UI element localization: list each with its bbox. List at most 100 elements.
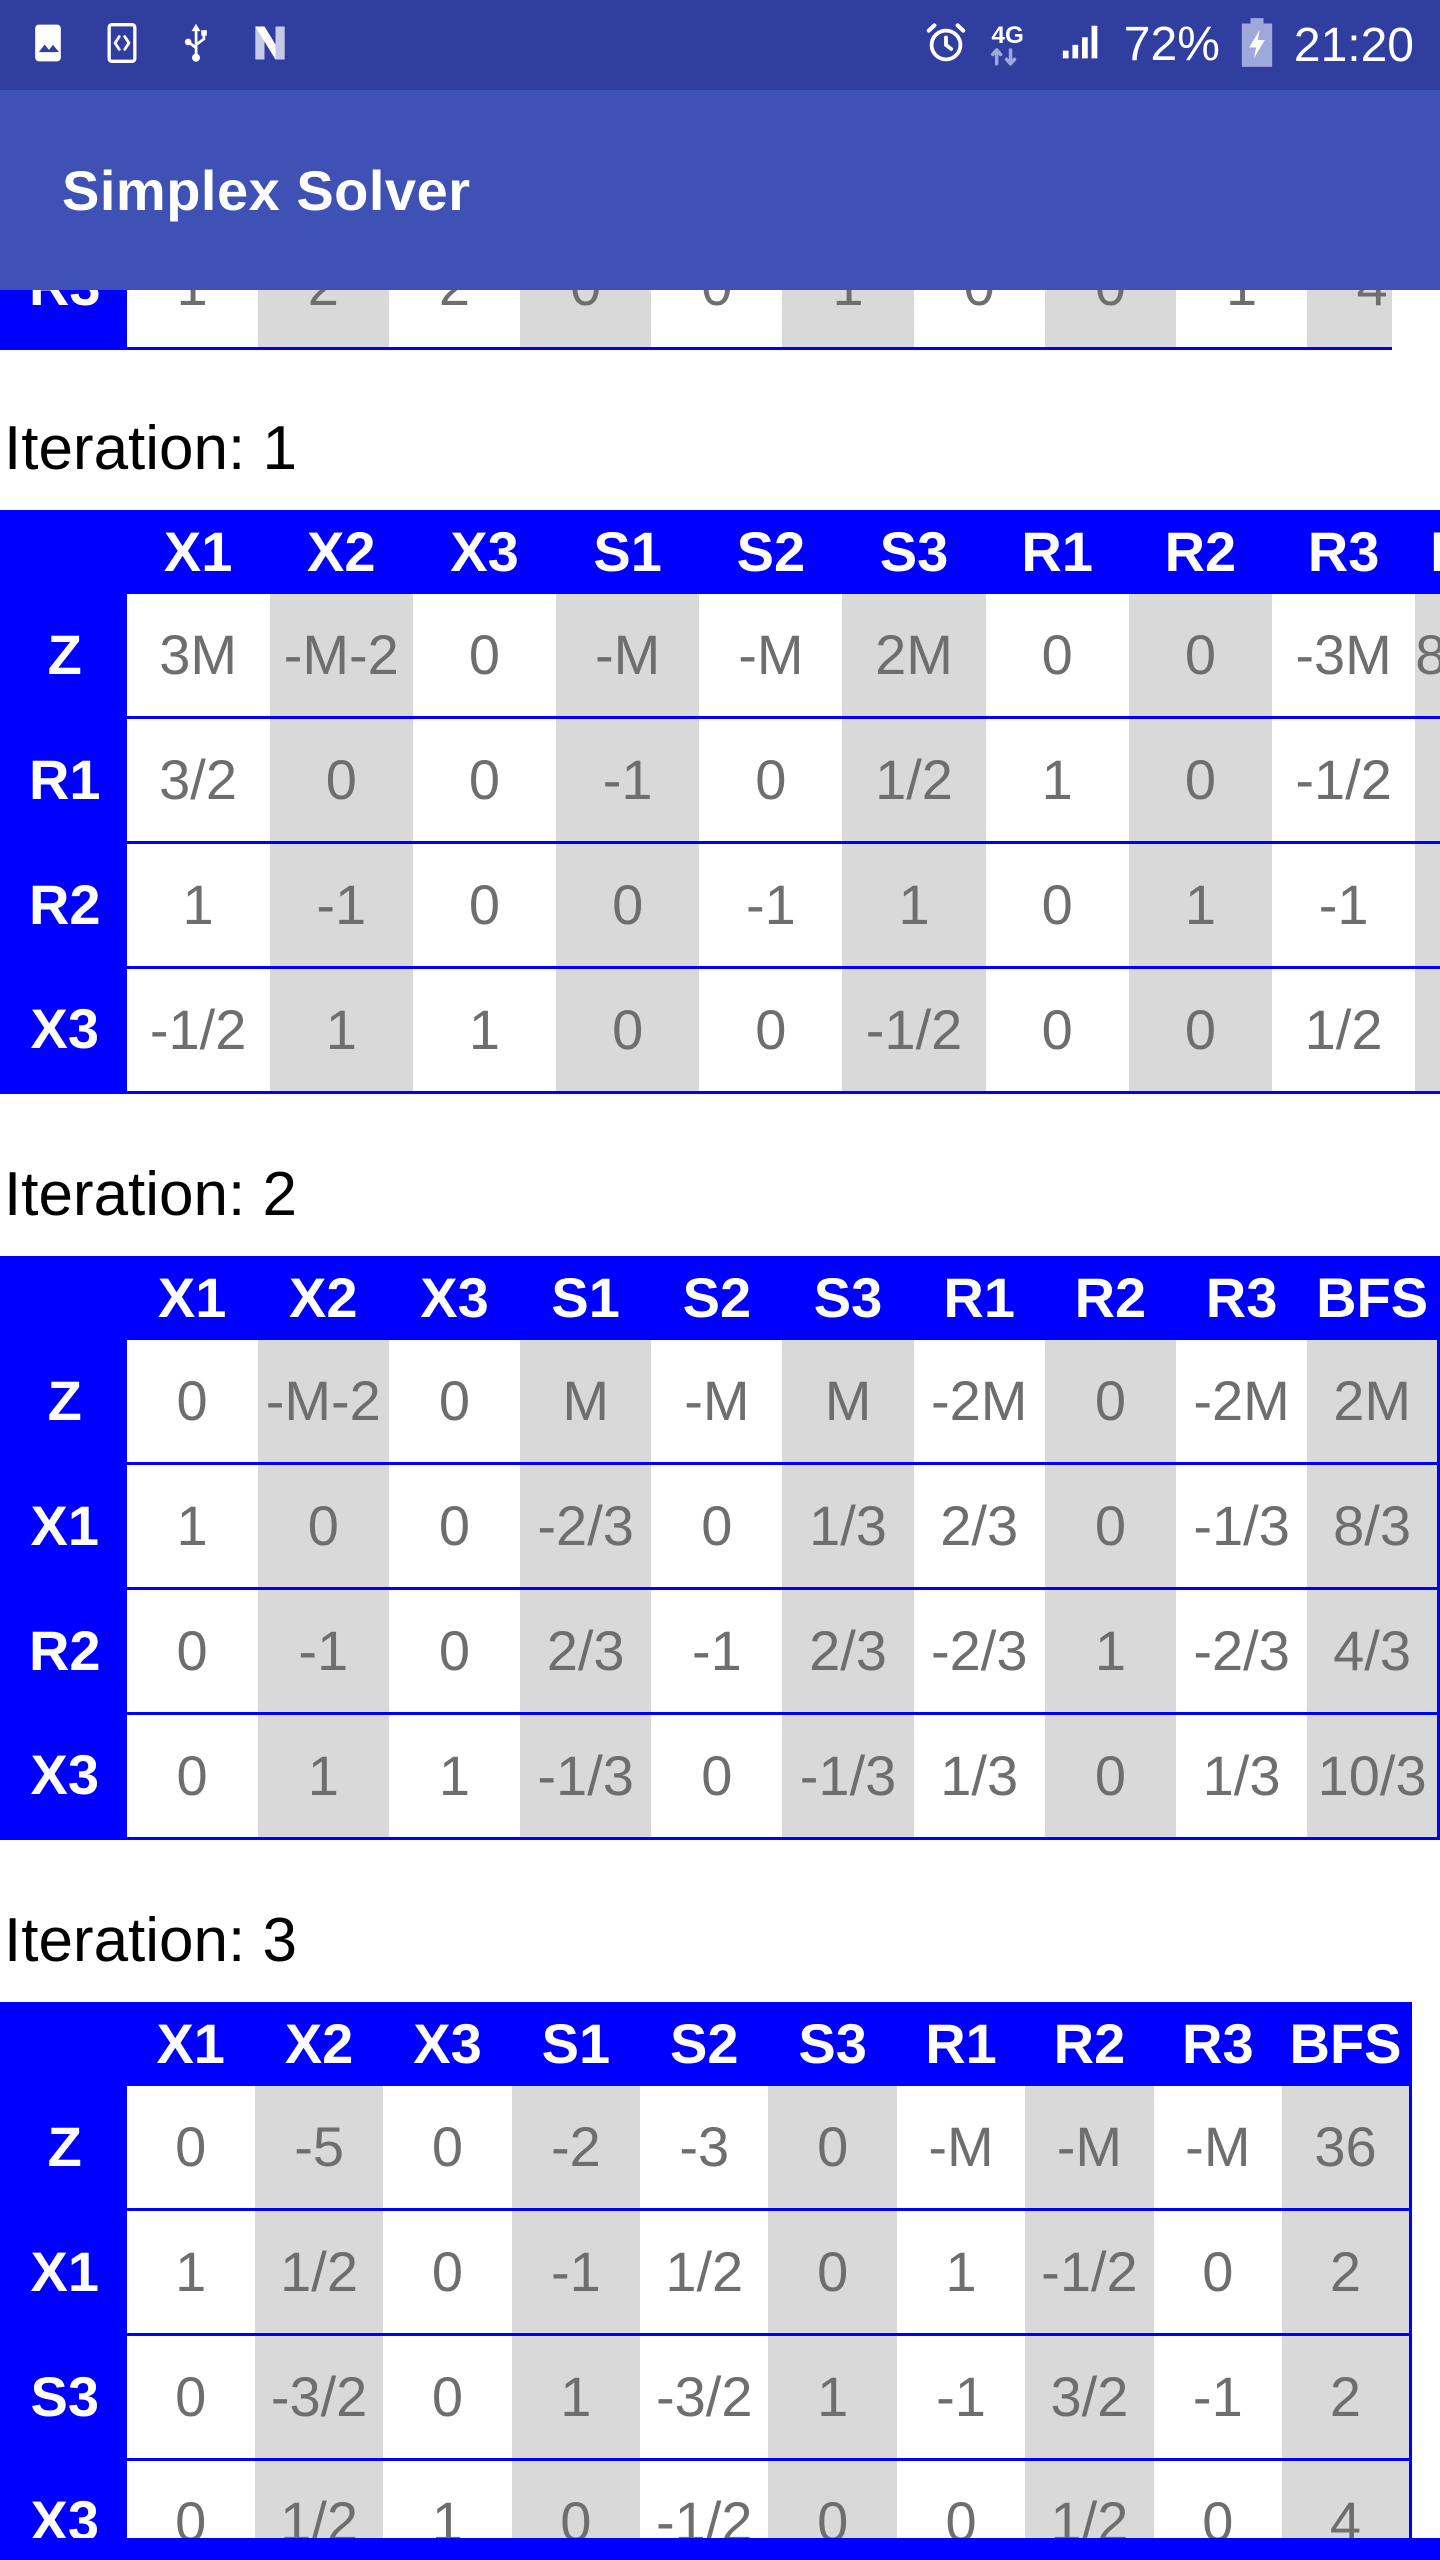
table-cell: -1/3 [1176, 1462, 1308, 1589]
table-cell: 0 [985, 591, 1129, 718]
corner-cell [1, 1257, 127, 1339]
table-cell: 0 [699, 966, 843, 1093]
table-cell: 0 [126, 2083, 255, 2210]
column-header: S1 [520, 1257, 652, 1339]
4g-data-icon: 4G [988, 18, 1040, 73]
usb-icon [174, 21, 218, 70]
clock-label: 21:20 [1293, 18, 1414, 72]
column-header: BFS [1282, 2003, 1411, 2085]
table-row: R3 1 2 2 0 0 1 0 0 1 4 [1, 290, 1392, 349]
column-header: R1 [985, 511, 1129, 593]
table-cell: 3M [126, 591, 270, 718]
table-cell: 0 [388, 1337, 521, 1464]
table-cell: 1 [269, 966, 413, 1093]
table-cell: 1/2 [842, 716, 986, 843]
table-cell: -M [896, 2083, 1026, 2210]
table-cell: 0 [412, 716, 557, 843]
table-cell: 0 [1128, 966, 1272, 1093]
table-cell: 1/2 [640, 2208, 769, 2335]
table-cell: 1 [1128, 841, 1272, 968]
table-cell: -M [556, 591, 700, 718]
column-header: S3 [782, 1257, 914, 1339]
table-cell: 1 [388, 1712, 521, 1839]
column-header: S2 [640, 2003, 769, 2085]
table-cell: 0 [985, 841, 1129, 968]
column-header: BFS [1307, 1257, 1439, 1339]
row-header: X3 [1, 1713, 127, 1839]
table-cell: 0 [985, 966, 1129, 1093]
table-cell: -1 [651, 1587, 783, 1714]
column-header: X2 [257, 1257, 389, 1339]
row-header: X1 [1, 1463, 127, 1589]
table-cell: 2/3 [520, 1587, 652, 1714]
column-header: X1 [126, 1257, 258, 1339]
column-header: R3 [1272, 511, 1416, 593]
scroll-content[interactable]: R3 1 2 2 0 0 1 0 0 1 4 Iteration: 1 [0, 290, 1440, 2560]
table-cell: 4/3 [1307, 1587, 1439, 1714]
column-header: S2 [699, 511, 843, 593]
table-cell: -1 [896, 2333, 1026, 2460]
column-header: S2 [651, 1257, 783, 1339]
table-cell: -1/2 [1272, 716, 1416, 843]
table-cell: 1/3 [913, 1712, 1045, 1839]
row-header: R2 [1, 842, 127, 968]
table-cell: 1 [126, 841, 270, 968]
table-row: X1 1 1/2 0 -1 1/2 0 1 -1/2 0 2 [1, 2208, 1411, 2335]
column-header: R2 [1025, 2003, 1154, 2085]
table-cell: 0 [556, 841, 700, 968]
iteration-label-2: Iteration: 2 [4, 1160, 297, 1229]
gallery-icon [26, 21, 70, 70]
table-cell: -2 [511, 2083, 641, 2210]
table-cell: 0 [1044, 1337, 1176, 1464]
column-header: R2 [1044, 1257, 1176, 1339]
column-header: R1 [896, 2003, 1026, 2085]
table-cell: -M-2 [269, 591, 413, 718]
row-header: R3 [1, 290, 127, 349]
table-cell: M [520, 1337, 652, 1464]
simplex-table-3: X1 X2 X3 S1 S2 S3 R1 R2 R3 BFS Z 0 -5 0 … [0, 2002, 1412, 2560]
column-header: S1 [511, 2003, 641, 2085]
table-cell: 0 [768, 2208, 897, 2335]
table-cell: 0 [556, 966, 700, 1093]
column-header: X3 [388, 1257, 521, 1339]
table-cell: 1/3 [1176, 1712, 1308, 1839]
column-header: X3 [412, 511, 557, 593]
simplex-table-1: X1 X2 X3 S1 S2 S3 R1 R2 R3 BFS Z 3M -M-2… [0, 510, 1440, 1094]
table-cell: -1/2 [842, 966, 986, 1093]
table-cell: 0 [651, 1712, 783, 1839]
status-bar: 4G 72% 21:20 [0, 0, 1440, 90]
row-header: Z [1, 592, 127, 718]
table-cell: -1 [699, 841, 843, 968]
app-bar: Simplex Solver [0, 90, 1440, 290]
table-cell: 1 [511, 2333, 641, 2460]
iteration-label-3: Iteration: 3 [4, 1906, 297, 1975]
table-cell: 1 [126, 290, 258, 349]
table-row: R2 0 -1 0 2/3 -1 2/3 -2/3 1 -2/3 4/3 [1, 1587, 1439, 1714]
table-cell: 1 [1176, 290, 1308, 349]
table-cell: 0 [913, 290, 1045, 349]
table-cell: -1 [1272, 841, 1416, 968]
table-cell: 8/3 [1307, 1462, 1439, 1589]
column-header: S1 [556, 511, 700, 593]
table-cell: 0 [126, 1712, 258, 1839]
column-header: BFS [1415, 511, 1440, 593]
table-cell: -1 [1153, 2333, 1283, 2460]
table-cell: 1 [782, 290, 914, 349]
table-cell: -3/2 [640, 2333, 769, 2460]
table-cell: 1 [257, 1712, 389, 1839]
table-cell: 0 [388, 1587, 521, 1714]
table-cell: -2/3 [913, 1587, 1045, 1714]
status-bar-system-icons: 4G 72% 21:20 [922, 17, 1414, 74]
table-cell: -1 [257, 1587, 389, 1714]
table-cell: 1 [126, 2208, 255, 2335]
table-cell: 0 [1044, 1462, 1176, 1589]
table-header-row: X1 X2 X3 S1 S2 S3 R1 R2 R3 BFS [1, 2003, 1411, 2085]
column-header: R3 [1176, 1257, 1308, 1339]
table-cell: -M [651, 1337, 783, 1464]
row-header: R1 [1, 717, 127, 843]
table-cell: M [782, 1337, 914, 1464]
table-cell: -M-2 [257, 1337, 389, 1464]
table-cell: 0 [1044, 290, 1176, 349]
svg-text:4G: 4G [991, 22, 1023, 49]
table-cell: -2/3 [1176, 1587, 1308, 1714]
